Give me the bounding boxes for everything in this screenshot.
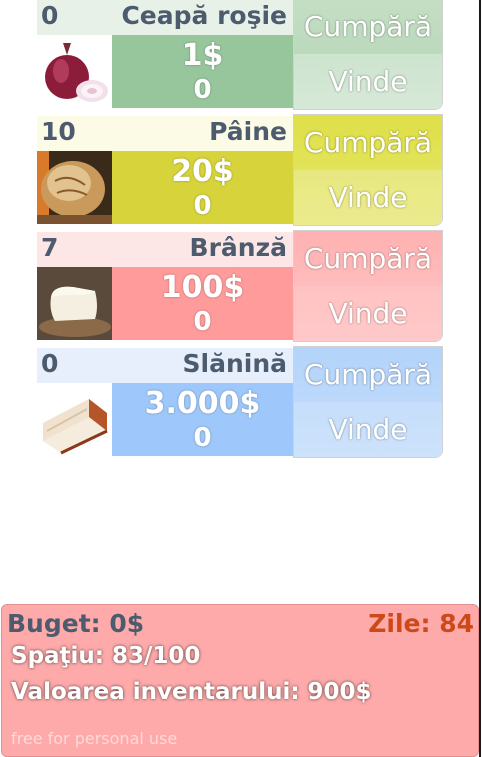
- quantity-strip: 0 Slănină: [37, 348, 293, 383]
- price-box: 3.000$ 0: [112, 383, 293, 456]
- bacon-image: [37, 383, 112, 456]
- sell-button[interactable]: Vinde: [294, 402, 442, 457]
- unit-price: 1$: [181, 38, 224, 73]
- stock-quantity: 0: [41, 1, 59, 30]
- owned-count: 0: [193, 423, 212, 453]
- unit-price: 20$: [171, 154, 234, 189]
- product-row-bread: 10 Pâine 20$ 0 Cumpără Vinde: [37, 114, 443, 230]
- sell-button[interactable]: Vinde: [294, 286, 442, 341]
- price-box: 20$ 0: [112, 151, 293, 224]
- cheese-image: [37, 267, 112, 340]
- buy-button[interactable]: Cumpără: [294, 0, 442, 55]
- unit-price: 100$: [160, 270, 245, 305]
- product-row-cheese: 7 Brânză 100$ 0 Cumpără Vinde: [37, 230, 443, 346]
- font-watermark: free for personal use: [11, 729, 178, 748]
- stock-quantity: 0: [41, 349, 59, 378]
- status-panel: Buget: 0$ Zile: 84 Spaţiu: 83/100 Valoar…: [1, 604, 479, 757]
- unit-price: 3.000$: [144, 386, 261, 421]
- buy-button[interactable]: Cumpără: [294, 231, 442, 287]
- trade-buttons: Cumpără Vinde: [293, 230, 443, 342]
- sell-button[interactable]: Vinde: [294, 170, 442, 225]
- owned-count: 0: [193, 307, 212, 337]
- price-box: 1$ 0: [112, 35, 293, 108]
- bread-image: [37, 151, 112, 224]
- trade-buttons: Cumpără Vinde: [293, 0, 443, 110]
- product-row-bacon: 0 Slănină 3.000$ 0 Cumpără Vinde: [37, 346, 443, 462]
- product-name: Brânză: [189, 233, 287, 262]
- product-name: Slănină: [182, 349, 287, 378]
- owned-count: 0: [193, 75, 212, 105]
- sell-button[interactable]: Vinde: [294, 54, 442, 109]
- product-row-onion: 0 Ceapă roşie 1$ 0 Cumpără Vinde: [37, 0, 443, 114]
- trade-buttons: Cumpără Vinde: [293, 346, 443, 458]
- days-remaining: Zile: 84: [368, 609, 474, 638]
- buy-button[interactable]: Cumpără: [294, 347, 442, 403]
- quantity-strip: 0 Ceapă roşie: [37, 0, 293, 35]
- price-box: 100$ 0: [112, 267, 293, 340]
- product-name: Ceapă roşie: [121, 1, 287, 30]
- quantity-strip: 7 Brânză: [37, 232, 293, 267]
- owned-count: 0: [193, 191, 212, 221]
- budget-label: Buget: 0$: [7, 609, 145, 638]
- buy-button[interactable]: Cumpără: [294, 115, 442, 171]
- product-name: Pâine: [209, 117, 287, 146]
- trade-buttons: Cumpără Vinde: [293, 114, 443, 226]
- onion-image: [37, 35, 112, 108]
- storage-space: Spaţiu: 83/100: [11, 643, 201, 669]
- quantity-strip: 10 Pâine: [37, 116, 293, 151]
- stock-quantity: 10: [41, 117, 76, 146]
- stock-quantity: 7: [41, 233, 59, 262]
- inventory-value: Valoarea inventarului: 900$: [11, 679, 372, 705]
- screen-edge-line: [479, 0, 481, 757]
